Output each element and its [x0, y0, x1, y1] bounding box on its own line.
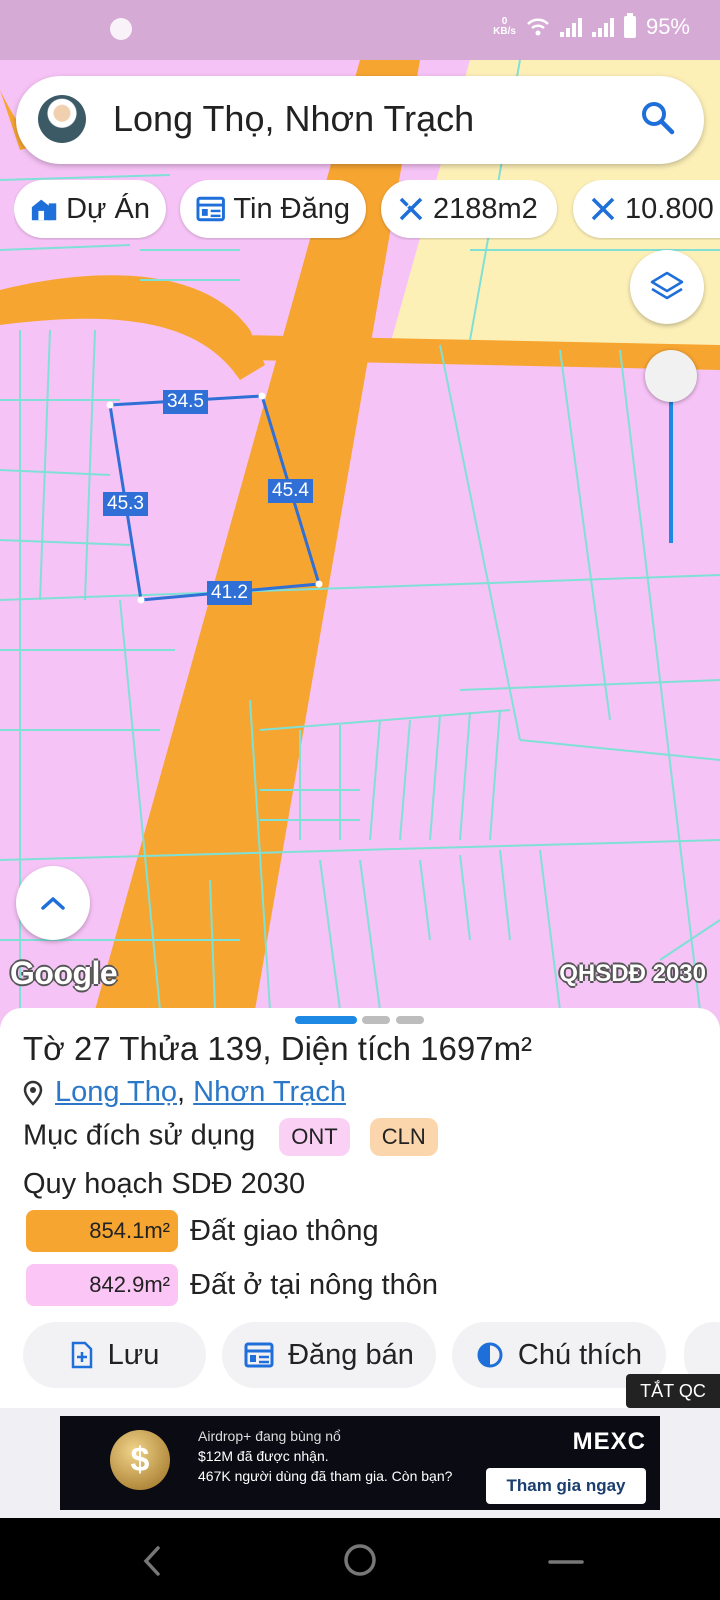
avatar[interactable] — [38, 95, 86, 143]
net-speed: 0 KB/s — [493, 16, 516, 37]
chip-du-an[interactable]: Dự Án — [14, 180, 166, 238]
search-icon[interactable] — [638, 98, 678, 138]
expand-up-button[interactable] — [16, 866, 90, 940]
signal-icon-2 — [591, 17, 614, 37]
notification-icon — [110, 18, 132, 40]
chip-area-10800[interactable]: 10.800 — [573, 180, 720, 238]
parcel-location: Long Thọ, Nhơn Trạch — [23, 1076, 346, 1109]
close-ad-button[interactable]: TẮT QC — [626, 1374, 720, 1408]
home-icon[interactable] — [342, 1542, 378, 1578]
listing-icon — [196, 196, 225, 222]
purpose-tag-cln[interactable]: CLN — [369, 1118, 438, 1156]
filter-chips: Dự Án Tin Đăng 2188m2 10.800 — [14, 180, 720, 240]
purpose-label: Mục đích sử dụng — [23, 1119, 256, 1152]
coin-icon: $ — [110, 1430, 170, 1490]
edge-label-right: 45.4 — [268, 479, 313, 503]
purpose-row: Mục đích sử dụng ONT CLN — [23, 1118, 438, 1156]
chip-area-2188[interactable]: 2188m2 — [381, 180, 557, 238]
plan-area-value: 842.9m² — [26, 1264, 178, 1306]
post-sale-button[interactable]: Đăng bán — [222, 1322, 436, 1388]
search-bar[interactable]: Long Thọ, Nhơn Trạch — [16, 76, 704, 164]
plan-row-residential: 842.9m² Đất ở tại nông thôn — [26, 1264, 438, 1306]
plan-heading: Quy hoạch SDĐ 2030 — [23, 1168, 306, 1200]
back-icon[interactable] — [140, 1544, 164, 1578]
plan-area-label: Đất ở tại nông thôn — [190, 1268, 438, 1301]
battery-icon — [623, 13, 636, 38]
recents-icon[interactable] — [548, 1558, 584, 1566]
chip-tin-dang[interactable]: Tin Đăng — [180, 180, 366, 238]
location-link-district[interactable]: Nhơn Trạch — [193, 1076, 346, 1108]
signal-icon-1 — [559, 17, 582, 37]
wifi-icon — [527, 18, 549, 36]
edge-label-top: 34.5 — [163, 390, 208, 414]
ad-cta-button[interactable]: Tham gia ngay — [486, 1468, 646, 1504]
area-measure-icon — [399, 197, 423, 221]
map-plan-label: QHSDĐ 2030 — [559, 960, 706, 987]
status-bar: 0 KB/s 95% — [0, 0, 720, 60]
parcel-title: Tờ 27 Thửa 139, Diện tích 1697m² — [23, 1030, 533, 1067]
google-logo: Google — [10, 955, 118, 991]
location-pin-icon — [23, 1080, 43, 1106]
edge-label-left: 45.3 — [103, 492, 148, 516]
location-link-commune[interactable]: Long Thọ — [55, 1076, 177, 1108]
ad-text-3: 467K người dùng đã tham gia. Còn bạn? — [198, 1468, 453, 1484]
sheet-handle-active[interactable] — [295, 1016, 357, 1024]
ad-text-2: $12M đã được nhận. — [198, 1448, 329, 1464]
area-measure-icon — [591, 197, 615, 221]
layers-button[interactable] — [630, 250, 704, 324]
ad-banner[interactable]: $ Airdrop+ đang bùng nổ $12M đã được nhậ… — [0, 1408, 720, 1518]
ad-creative[interactable]: $ Airdrop+ đang bùng nổ $12M đã được nhậ… — [60, 1416, 660, 1510]
add-file-icon — [71, 1341, 92, 1369]
action-bar: Lưu Đăng bán Chú thích — [0, 1322, 720, 1390]
plan-area-value: 854.1m² — [26, 1210, 178, 1252]
building-icon — [31, 199, 57, 221]
battery-level: 95% — [645, 14, 690, 39]
plan-row-road: 854.1m² Đất giao thông — [26, 1210, 379, 1252]
purpose-tag-ont[interactable]: ONT — [279, 1118, 350, 1156]
ad-brand: MEXC — [572, 1428, 646, 1455]
listing-icon — [244, 1342, 274, 1368]
contrast-icon — [477, 1342, 503, 1368]
ad-text-1: Airdrop+ đang bùng nổ — [198, 1428, 341, 1444]
chevron-up-icon — [41, 897, 65, 910]
system-nav-bar — [0, 1518, 720, 1600]
plan-area-label: Đất giao thông — [190, 1214, 379, 1247]
save-button[interactable]: Lưu — [23, 1322, 206, 1388]
opacity-slider-thumb[interactable] — [645, 350, 697, 402]
edge-label-bottom: 41.2 — [207, 581, 252, 605]
search-query[interactable]: Long Thọ, Nhơn Trạch — [113, 98, 474, 140]
layers-icon — [650, 271, 684, 300]
sheet-handle[interactable] — [396, 1016, 424, 1024]
sheet-handle[interactable] — [362, 1016, 390, 1024]
location-separator: , — [177, 1076, 194, 1108]
